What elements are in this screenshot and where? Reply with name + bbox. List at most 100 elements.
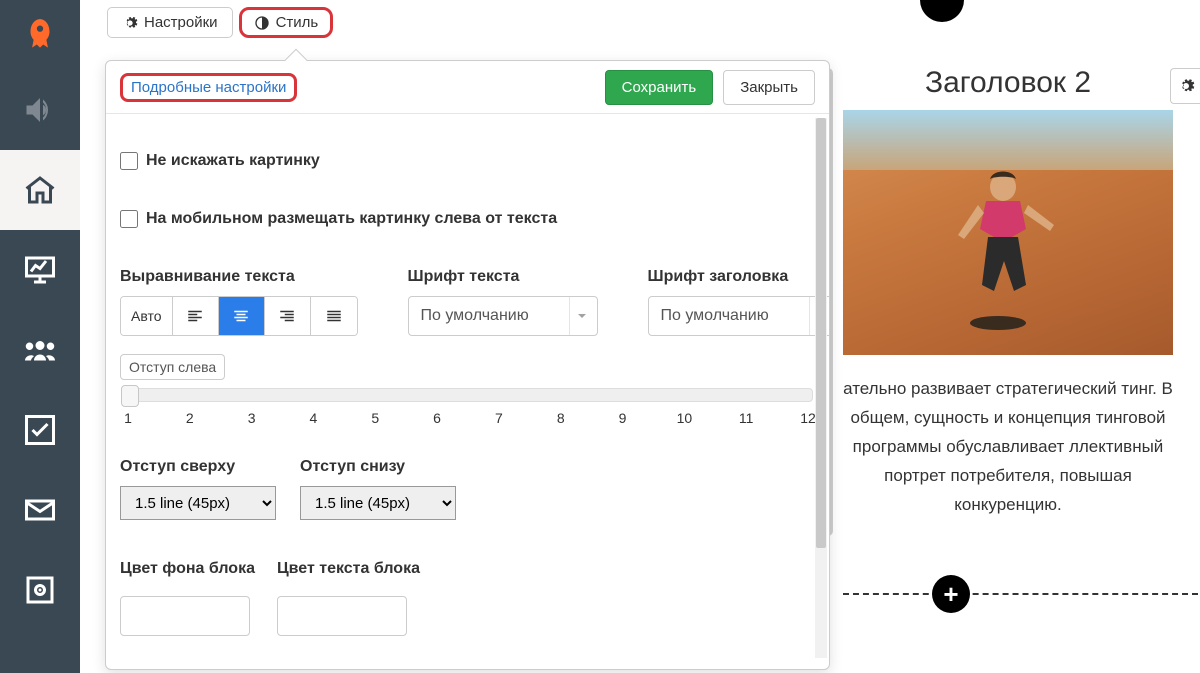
content-title: Заголовок 2 <box>843 66 1173 100</box>
save-button[interactable]: Сохранить <box>605 70 714 105</box>
text-align-heading: Выравнивание текста <box>120 268 358 286</box>
users-icon <box>22 332 58 368</box>
sound-icon <box>22 92 58 128</box>
rocket-icon <box>21 16 59 54</box>
add-section-button[interactable]: + <box>932 575 970 613</box>
sidebar-item-home[interactable] <box>0 150 80 230</box>
chart-icon <box>22 252 58 288</box>
gear-icon <box>1177 77 1195 95</box>
slider-tick: 10 <box>677 410 693 426</box>
detailed-settings-link[interactable]: Подробные настройки <box>120 73 297 102</box>
home-icon <box>22 172 58 208</box>
left-indent-label: Отступ слева <box>120 354 225 380</box>
align-right-button[interactable] <box>265 297 311 335</box>
align-center-button[interactable] <box>219 297 265 335</box>
padding-row: Отступ сверху 1.5 line (45px) Отступ сни… <box>120 458 815 520</box>
slider-tick: 1 <box>124 410 132 426</box>
bottom-indent-select[interactable]: 1.5 line (45px) <box>300 486 456 520</box>
bg-color-col: Цвет фона блока <box>120 560 255 636</box>
bg-color-heading: Цвет фона блока <box>120 560 255 578</box>
align-justify-icon <box>325 307 343 325</box>
align-left-button[interactable] <box>173 297 219 335</box>
font-row: Выравнивание текста Авто <box>120 268 815 336</box>
gear-icon <box>122 15 138 31</box>
text-color-col: Цвет текста блока <box>277 560 420 636</box>
align-auto-button[interactable]: Авто <box>121 297 173 335</box>
sidebar-logo[interactable] <box>0 0 80 70</box>
text-align-col: Выравнивание текста Авто <box>120 268 358 336</box>
bottom-indent-col: Отступ снизу 1.5 line (45px) <box>300 458 456 520</box>
sidebar-item-presentation[interactable] <box>0 230 80 310</box>
caret-icon <box>569 297 595 335</box>
checkbox-icon <box>22 412 58 448</box>
content-preview: Заголовок 2 ательно развивает стратегиче… <box>843 66 1173 519</box>
header-font-select[interactable]: По умолчанию <box>648 296 829 336</box>
slider-tick: 5 <box>371 410 379 426</box>
slider-tick: 12 <box>800 410 816 426</box>
dont-distort-label: Не искажать картинку <box>146 152 320 170</box>
slider-ticks: 123456789101112 <box>122 410 813 434</box>
safe-icon <box>22 572 58 608</box>
panel-body: Не искажать картинку На мобильном размещ… <box>106 114 829 669</box>
slider-tick: 4 <box>310 410 318 426</box>
tab-settings[interactable]: Настройки <box>107 7 233 38</box>
mobile-left-checkbox[interactable] <box>120 210 138 228</box>
content-image <box>843 110 1173 355</box>
slider-tick: 7 <box>495 410 503 426</box>
left-sidebar <box>0 0 80 673</box>
content-text: ательно развивает стратегический тинг. В… <box>843 375 1173 519</box>
top-indent-select[interactable]: 1.5 line (45px) <box>120 486 276 520</box>
text-color-heading: Цвет текста блока <box>277 560 420 578</box>
bottom-indent-heading: Отступ снизу <box>300 458 456 476</box>
settings-gear-tab[interactable] <box>1170 68 1200 104</box>
mobile-left-row[interactable]: На мобильном размещать картинку слева от… <box>120 210 815 228</box>
text-font-value: По умолчанию <box>421 307 529 325</box>
dont-distort-row[interactable]: Не искажать картинку <box>120 152 815 170</box>
align-right-icon <box>278 307 296 325</box>
tab-settings-label: Настройки <box>144 14 218 31</box>
scrollbar-thumb[interactable] <box>816 118 826 548</box>
header-font-value: По умолчанию <box>661 307 769 325</box>
close-button[interactable]: Закрыть <box>723 70 815 105</box>
sidebar-item-check[interactable] <box>0 390 80 470</box>
person-illustration <box>948 165 1058 335</box>
align-center-icon <box>232 307 250 325</box>
sidebar-item-sound[interactable] <box>0 70 80 150</box>
top-circle-decoration <box>920 0 964 22</box>
top-indent-heading: Отступ сверху <box>120 458 276 476</box>
bg-color-input[interactable] <box>120 596 250 636</box>
mail-icon <box>22 492 58 528</box>
slider-tick: 8 <box>557 410 565 426</box>
header-font-heading: Шрифт заголовка <box>648 268 829 286</box>
slider-tick: 3 <box>248 410 256 426</box>
tab-style-label: Стиль <box>276 14 319 31</box>
align-justify-button[interactable] <box>311 297 357 335</box>
slider-thumb[interactable] <box>121 385 139 407</box>
section-divider <box>843 593 1198 595</box>
sidebar-item-mail[interactable] <box>0 470 80 550</box>
top-indent-col: Отступ сверху 1.5 line (45px) <box>120 458 276 520</box>
slider-tick: 2 <box>186 410 194 426</box>
align-group: Авто <box>120 296 358 336</box>
align-left-icon <box>186 307 204 325</box>
text-font-heading: Шрифт текста <box>408 268 598 286</box>
left-indent-slider[interactable] <box>122 388 813 402</box>
sidebar-item-safe[interactable] <box>0 550 80 630</box>
tab-style[interactable]: Стиль <box>239 7 334 38</box>
sidebar-item-users[interactable] <box>0 310 80 390</box>
top-tabs: Настройки Стиль <box>107 7 333 38</box>
color-row: Цвет фона блока Цвет текста блока <box>120 560 815 636</box>
slider-tick: 11 <box>739 410 754 426</box>
slider-tick: 6 <box>433 410 441 426</box>
style-panel: Подробные настройки Сохранить Закрыть Не… <box>105 60 830 670</box>
text-font-select[interactable]: По умолчанию <box>408 296 598 336</box>
panel-header: Подробные настройки Сохранить Закрыть <box>106 61 829 114</box>
header-font-col: Шрифт заголовка По умолчанию <box>648 268 829 336</box>
dont-distort-checkbox[interactable] <box>120 152 138 170</box>
panel-scrollbar[interactable] <box>815 118 827 658</box>
text-color-input[interactable] <box>277 596 407 636</box>
text-font-col: Шрифт текста По умолчанию <box>408 268 598 336</box>
slider-tick: 9 <box>619 410 627 426</box>
contrast-icon <box>254 15 270 31</box>
mobile-left-label: На мобильном размещать картинку слева от… <box>146 210 557 228</box>
